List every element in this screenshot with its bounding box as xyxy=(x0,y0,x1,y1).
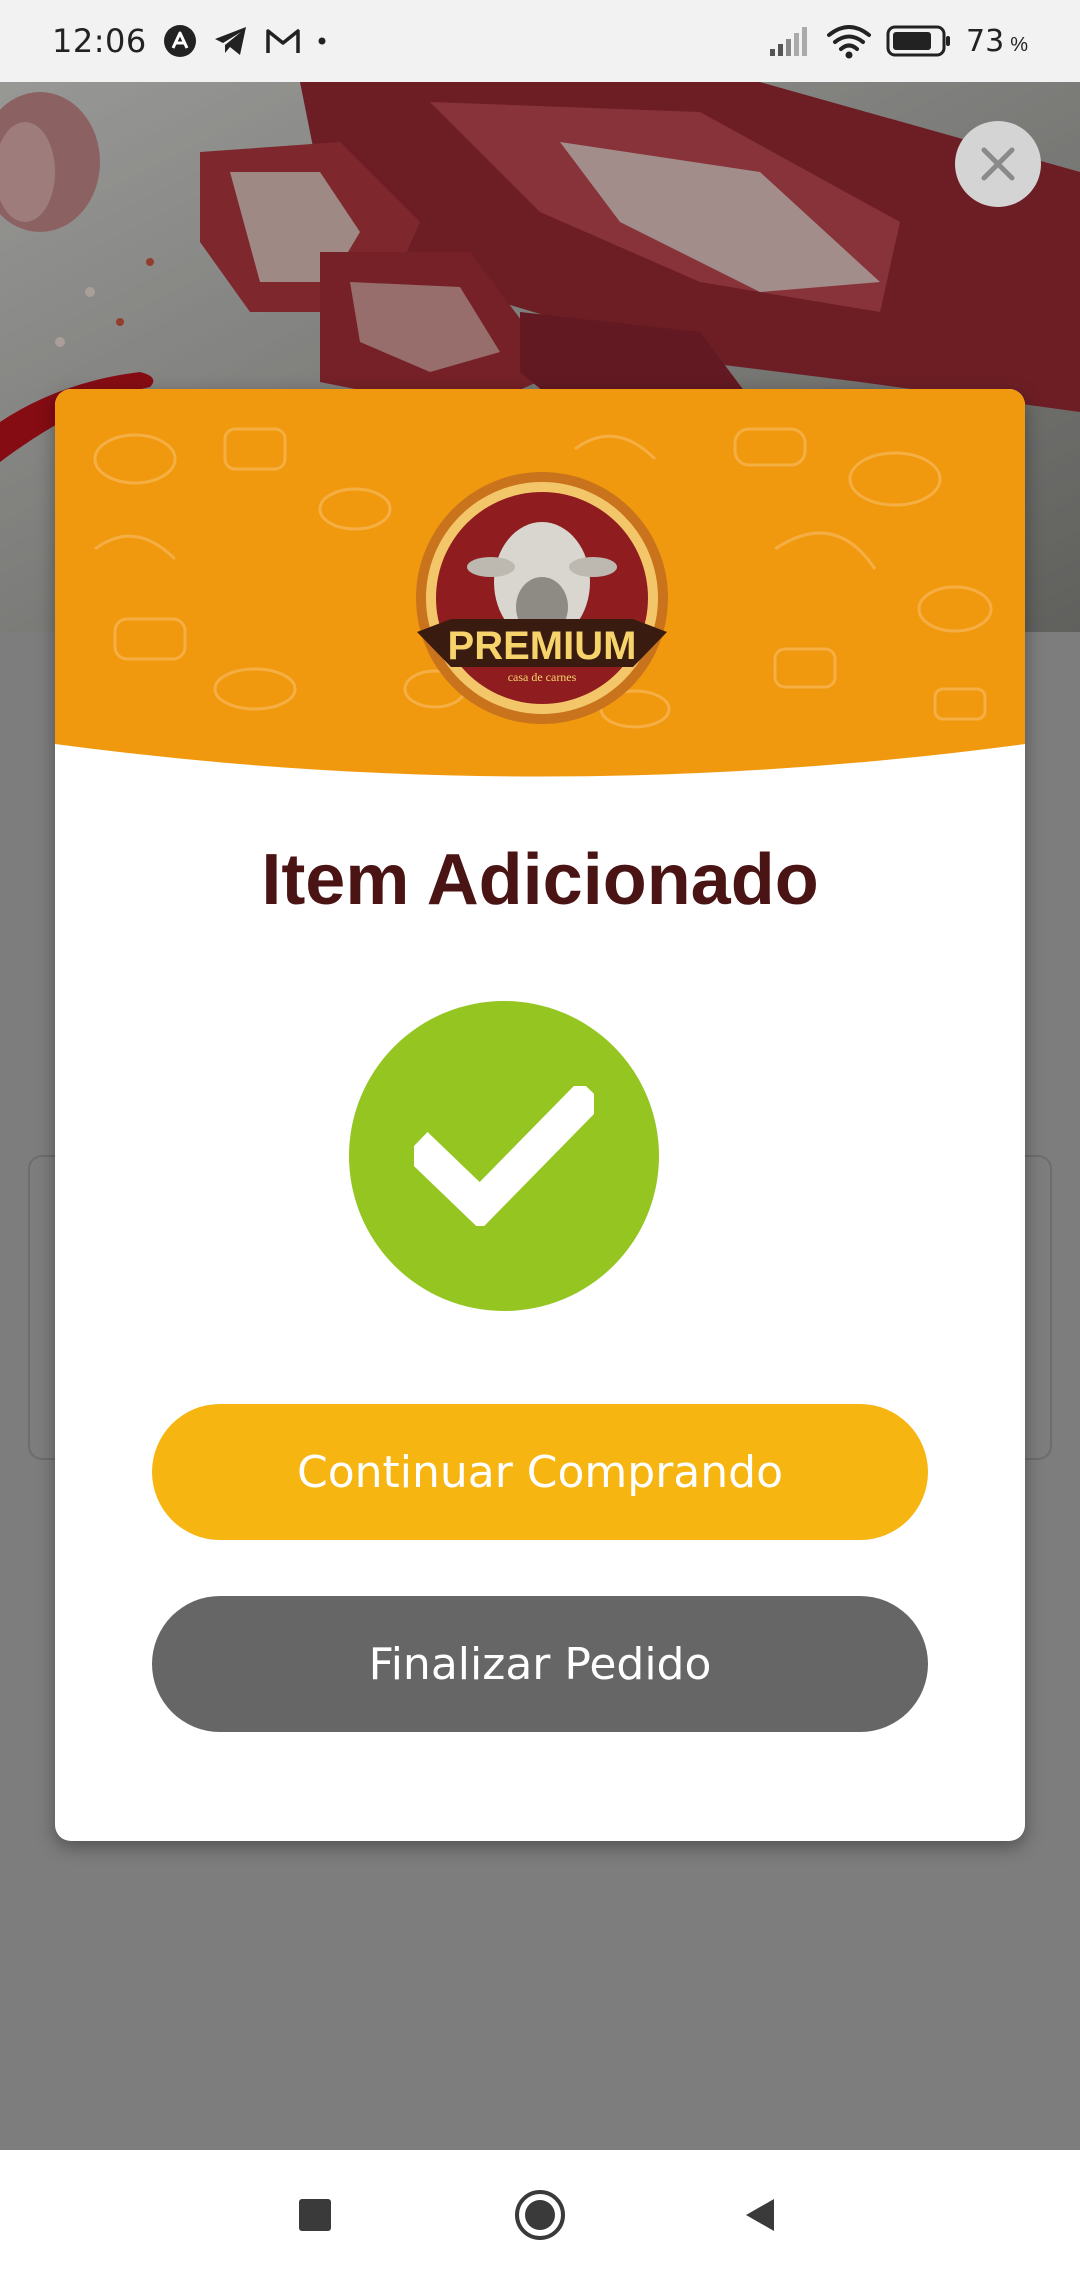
signal-icon xyxy=(770,27,808,56)
brand-logo: PREMIUM casa de carnes xyxy=(411,467,673,729)
brand-logo-subtext: casa de carnes xyxy=(508,670,577,684)
recents-button[interactable] xyxy=(280,2180,350,2250)
battery-icon xyxy=(886,25,951,57)
checkmark-icon xyxy=(414,1086,594,1226)
brand-logo-text: PREMIUM xyxy=(448,624,637,668)
back-button[interactable] xyxy=(725,2180,795,2250)
dot-icon xyxy=(318,37,326,45)
battery-unit: % xyxy=(1010,33,1028,56)
status-time: 12:06 xyxy=(52,22,147,60)
status-right: 73 % xyxy=(768,23,1028,59)
recents-square-icon xyxy=(299,2199,331,2231)
arch-app-icon xyxy=(163,25,196,57)
close-icon xyxy=(981,147,1015,181)
home-button[interactable] xyxy=(505,2180,575,2250)
continue-shopping-button[interactable]: Continuar Comprando xyxy=(152,1404,928,1540)
home-circle-icon xyxy=(515,2190,565,2240)
close-button[interactable] xyxy=(955,121,1041,207)
modal-header: PREMIUM casa de carnes xyxy=(55,389,1025,789)
gmail-icon xyxy=(265,29,300,53)
back-triangle-icon xyxy=(746,2199,774,2231)
item-added-modal: PREMIUM casa de carnes Item Adicionado C… xyxy=(55,389,1025,1841)
status-left: 12:06 xyxy=(52,22,327,60)
status-bar: 12:06 73 % xyxy=(0,0,1080,82)
navigation-bar xyxy=(0,2150,1080,2280)
finish-order-button[interactable]: Finalizar Pedido xyxy=(152,1596,928,1732)
success-badge xyxy=(349,1001,659,1311)
battery-percentage: 73 xyxy=(966,23,1005,59)
modal-title: Item Adicionado xyxy=(261,840,819,920)
wifi-icon xyxy=(827,25,872,59)
telegram-icon xyxy=(214,27,246,55)
